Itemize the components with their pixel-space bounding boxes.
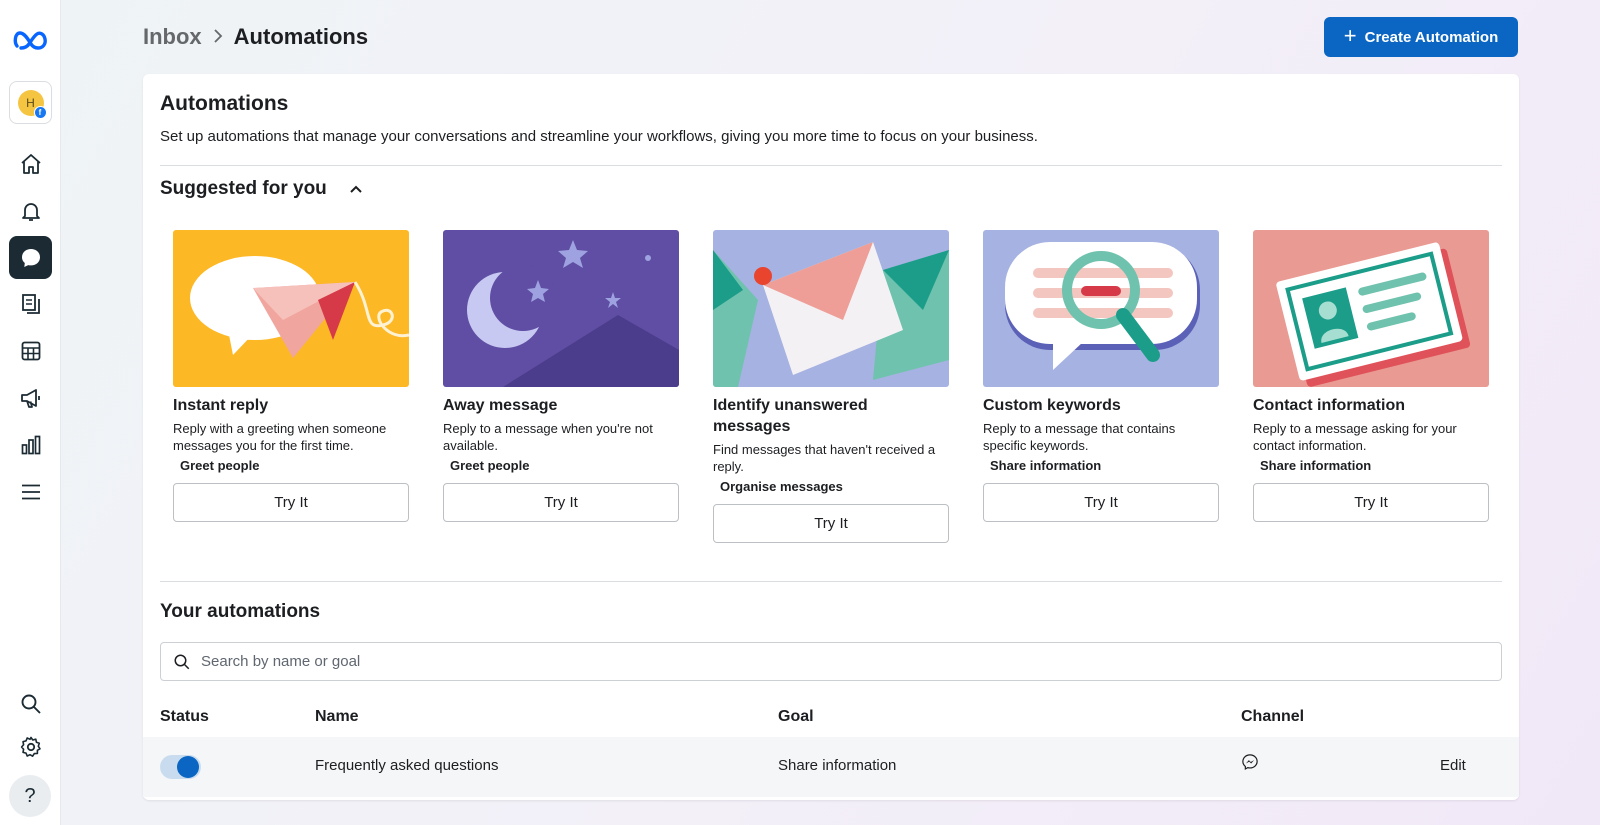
- search-input[interactable]: [201, 653, 1481, 670]
- column-header-channel: Channel: [1241, 708, 1305, 725]
- breadcrumb: Inbox Automations: [143, 22, 368, 52]
- toggle-knob: [177, 756, 199, 778]
- divider: [160, 581, 1502, 582]
- help-glyph: ?: [24, 784, 36, 807]
- chat-icon[interactable]: [9, 236, 52, 279]
- card-description: Reply to a message asking for your conta…: [1253, 421, 1457, 453]
- card-title: Contact information: [1253, 397, 1405, 414]
- card-title: Identify unanswered messages: [713, 397, 868, 435]
- table-row: Frequently asked questions Share informa…: [143, 737, 1519, 797]
- column-header-name: Name: [315, 708, 359, 725]
- messenger-icon: [1242, 754, 1258, 771]
- card-tag: Greet people: [180, 458, 260, 473]
- menu-icon[interactable]: [9, 470, 52, 513]
- automation-search[interactable]: [160, 642, 1502, 681]
- page-description: Set up automations that manage your conv…: [160, 128, 1038, 145]
- table-icon[interactable]: [9, 329, 52, 372]
- settings-icon[interactable]: [9, 725, 52, 768]
- suggestion-card-away-message: Away message Reply to a message when you…: [443, 230, 679, 522]
- divider: [160, 165, 1502, 166]
- suggestion-card-contact-info: Contact information Reply to a message a…: [1253, 230, 1489, 522]
- plus-icon: +: [1343, 23, 1357, 48]
- suggestion-card-instant-reply: Instant reply Reply with a greeting when…: [173, 230, 409, 522]
- card-title: Away message: [443, 397, 558, 414]
- search-icon: [174, 654, 190, 669]
- page-title: Automations: [160, 92, 289, 115]
- facebook-badge-icon: f: [33, 105, 47, 119]
- card-tag: Organise messages: [720, 479, 843, 494]
- bar-chart-icon[interactable]: [9, 423, 52, 466]
- card-description: Reply with a greeting when someone messa…: [173, 421, 387, 453]
- your-automations-title: Your automations: [160, 601, 321, 622]
- card-tag: Greet people: [450, 458, 530, 473]
- breadcrumb-inbox-link[interactable]: Inbox: [143, 24, 202, 50]
- automation-name: Frequently asked questions: [315, 757, 499, 774]
- edit-link[interactable]: Edit: [1440, 757, 1466, 774]
- card-tag: Share information: [990, 458, 1102, 473]
- card-description: Reply to a message when you're not avail…: [443, 421, 653, 453]
- column-header-goal: Goal: [778, 708, 814, 725]
- card-title: Instant reply: [173, 397, 269, 414]
- megaphone-icon[interactable]: [9, 376, 52, 419]
- column-header-status: Status: [160, 708, 209, 725]
- try-it-button[interactable]: Try It: [173, 483, 409, 522]
- avatar: H f: [17, 89, 47, 119]
- try-it-button[interactable]: Try It: [443, 483, 679, 522]
- suggested-section-title: Suggested for you: [160, 178, 327, 199]
- card-tag: Share information: [1260, 458, 1372, 473]
- create-automation-button[interactable]: + Create Automation: [1324, 17, 1518, 57]
- automations-panel: Automations Set up automations that mana…: [143, 74, 1519, 800]
- meta-logo-icon[interactable]: [10, 20, 52, 60]
- contact-information-illustration: [1253, 230, 1489, 387]
- card-description: Find messages that haven't received a re…: [713, 442, 936, 474]
- search-icon[interactable]: [9, 682, 52, 725]
- help-icon[interactable]: ?: [9, 775, 51, 817]
- instant-reply-illustration: [173, 230, 409, 387]
- home-icon[interactable]: [9, 142, 52, 185]
- try-it-button[interactable]: Try It: [1253, 483, 1489, 522]
- page-breadcrumb-current: Automations: [233, 24, 369, 49]
- suggestion-card-unanswered: Identify unanswered messages Find messag…: [713, 230, 949, 543]
- pages-icon[interactable]: [9, 282, 52, 325]
- account-avatar[interactable]: H f: [9, 81, 52, 124]
- left-rail: H f ?: [0, 0, 61, 825]
- create-automation-label: Create Automation: [1364, 28, 1499, 46]
- avatar-initial: H: [26, 95, 35, 110]
- bell-icon[interactable]: [9, 189, 52, 232]
- card-title: Custom keywords: [983, 397, 1121, 414]
- try-it-button[interactable]: Try It: [713, 504, 949, 543]
- chevron-up-icon[interactable]: [349, 182, 363, 196]
- custom-keywords-illustration: [983, 230, 1219, 387]
- unanswered-messages-illustration: [713, 230, 949, 387]
- card-description: Reply to a message that contains specifi…: [983, 421, 1176, 453]
- suggestion-card-custom-keywords: Custom keywords Reply to a message that …: [983, 230, 1219, 522]
- chevron-right-icon: [212, 27, 224, 48]
- away-message-illustration: [443, 230, 679, 387]
- automation-goal: Share information: [778, 757, 897, 774]
- try-it-button[interactable]: Try It: [983, 483, 1219, 522]
- status-toggle[interactable]: [160, 755, 201, 779]
